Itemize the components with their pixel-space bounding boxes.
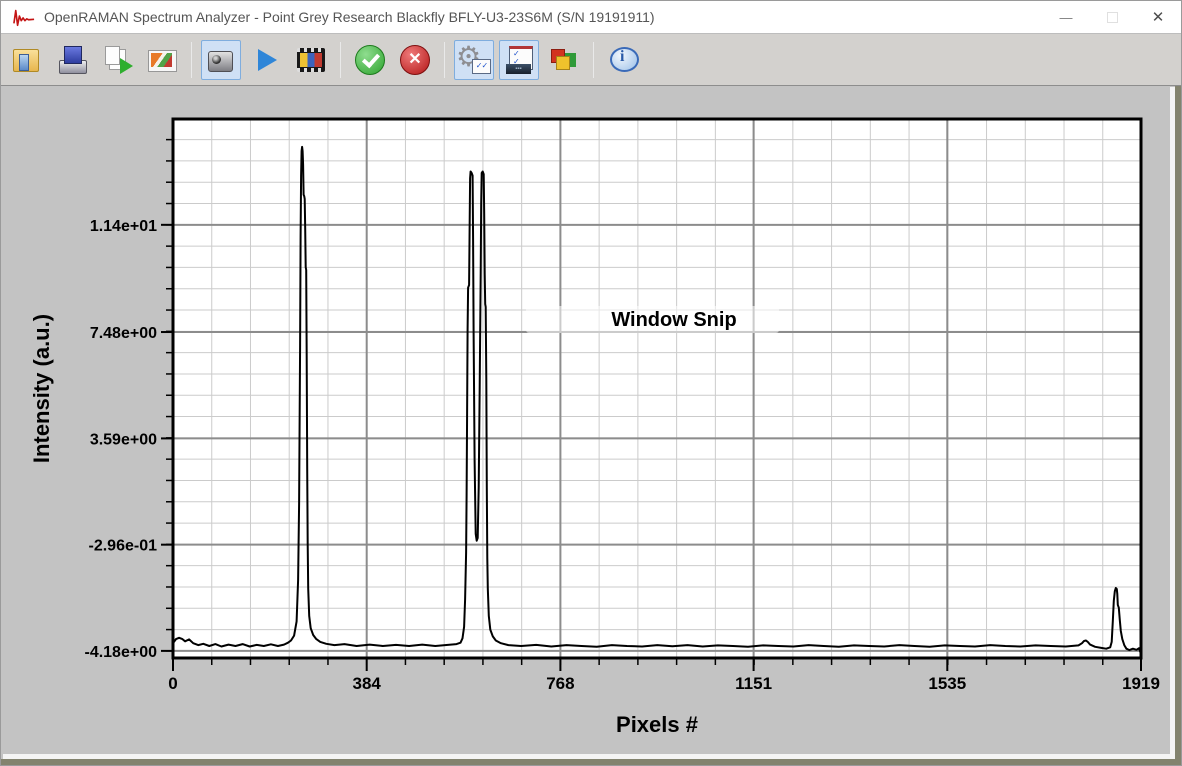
window-edge: [1, 759, 1181, 765]
blocks-icon: [547, 43, 581, 77]
toolbar-separator: [191, 42, 192, 78]
play-button[interactable]: [246, 40, 286, 80]
x-tick-label: 1535: [928, 674, 966, 693]
maximize-icon: [1107, 12, 1118, 23]
image-icon: [145, 43, 179, 77]
y-tick-label: 1.14e+01: [90, 218, 157, 235]
app-icon: [11, 6, 37, 28]
spectrum-chart: 0 384 768 1151 1535 1919 1.14e+01 7.48e+00 3.59e…: [1, 86, 1181, 765]
camera-icon: [204, 43, 238, 77]
window-controls: — ✕: [1043, 1, 1181, 33]
titlebar[interactable]: OpenRAMAN Spectrum Analyzer - Point Grey…: [1, 1, 1181, 33]
close-button[interactable]: ✕: [1135, 1, 1181, 33]
play-icon: [249, 43, 283, 77]
checklist-icon: [502, 43, 536, 77]
x-tick-label: 0: [168, 674, 177, 693]
video-button[interactable]: [291, 40, 331, 80]
y-axis-title: Intensity (a.u.): [29, 314, 54, 463]
copy-button[interactable]: [97, 40, 137, 80]
window-title: OpenRAMAN Spectrum Analyzer - Point Grey…: [44, 9, 655, 25]
window-edge: [1175, 86, 1181, 765]
x-tick-label: 1919: [1122, 674, 1160, 693]
image-button[interactable]: [142, 40, 182, 80]
info-icon: [606, 43, 640, 77]
minimize-button[interactable]: —: [1043, 1, 1089, 33]
y-tick-label: 3.59e+00: [90, 431, 157, 448]
open-button[interactable]: [7, 40, 47, 80]
checklist-button[interactable]: [499, 40, 539, 80]
save-icon: [55, 43, 89, 77]
x-tick-label: 384: [353, 674, 382, 693]
toolbar-separator: [340, 42, 341, 78]
settings-button[interactable]: [454, 40, 494, 80]
copy-icon: [100, 43, 134, 77]
toolbar-separator: [444, 42, 445, 78]
film-icon: [294, 43, 328, 77]
toolbar-separator: [593, 42, 594, 78]
accept-button[interactable]: [350, 40, 390, 80]
cancel-button[interactable]: [395, 40, 435, 80]
info-button[interactable]: [603, 40, 643, 80]
cancel-circle-icon: [398, 43, 432, 77]
maximize-button[interactable]: [1089, 1, 1135, 33]
watermark-text: Window Snip: [611, 309, 736, 331]
chart-button[interactable]: [544, 40, 584, 80]
toolbar: [1, 33, 1181, 86]
client-area: 0 384 768 1151 1535 1919 1.14e+01 7.48e+00 3.59e…: [1, 86, 1181, 765]
check-circle-icon: [353, 43, 387, 77]
x-tick-label: 768: [546, 674, 574, 693]
camera-button[interactable]: [201, 40, 241, 80]
app-window: OpenRAMAN Spectrum Analyzer - Point Grey…: [0, 0, 1182, 766]
plot-area: [173, 119, 1141, 658]
x-axis-title: Pixels #: [616, 712, 698, 737]
save-button[interactable]: [52, 40, 92, 80]
folder-open-icon: [10, 43, 44, 77]
gear-icon: [457, 43, 491, 77]
y-tick-label: -2.96e-01: [89, 538, 158, 555]
y-tick-label: 7.48e+00: [90, 325, 157, 342]
y-tick-label: -4.18e+00: [84, 644, 157, 661]
x-tick-label: 1151: [735, 674, 772, 693]
